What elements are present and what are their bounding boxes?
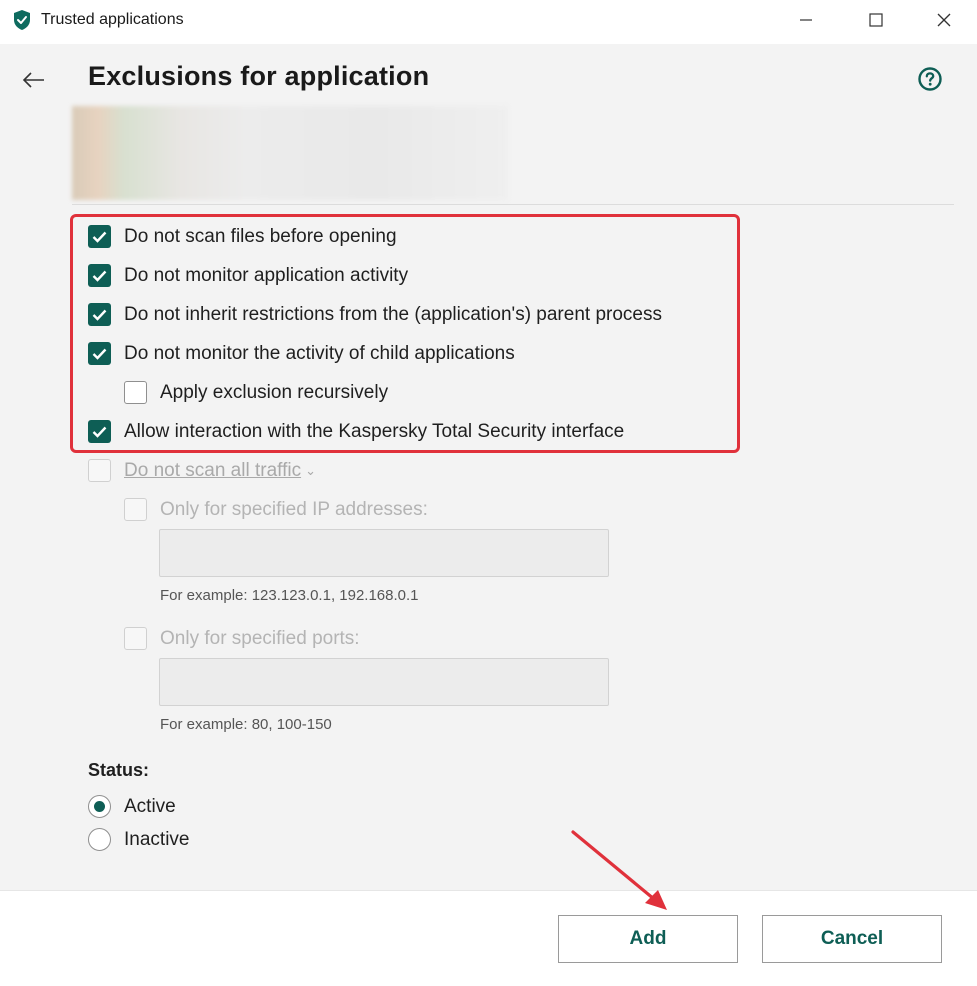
maximize-button[interactable]: [846, 0, 906, 40]
checkbox-apply-recursively[interactable]: [124, 381, 147, 404]
divider: [72, 204, 954, 205]
checkbox-ports[interactable]: [124, 627, 147, 650]
radio-label: Active: [124, 795, 176, 817]
ip-addresses-hint: For example: 123.123.0.1, 192.168.0.1: [160, 587, 419, 604]
option-scan-traffic[interactable]: Do not scan all traffic ⌄: [88, 459, 316, 482]
option-child-applications[interactable]: Do not monitor the activity of child app…: [88, 342, 515, 365]
kaspersky-shield-icon: [14, 10, 30, 30]
window-title: Trusted applications: [41, 11, 184, 28]
close-button[interactable]: [914, 0, 974, 40]
close-icon: [937, 13, 951, 27]
option-ip-addresses[interactable]: Only for specified IP addresses:: [124, 498, 428, 521]
radio-inactive[interactable]: [88, 828, 111, 851]
application-thumbnail: [72, 106, 508, 200]
checkbox-child-applications[interactable]: [88, 342, 111, 365]
status-active[interactable]: Active: [88, 795, 176, 818]
checkbox-ip-addresses[interactable]: [124, 498, 147, 521]
back-arrow-icon: [22, 72, 44, 88]
option-label: Only for specified IP addresses:: [160, 498, 428, 520]
ip-addresses-input[interactable]: [159, 529, 609, 577]
back-button[interactable]: [18, 66, 50, 94]
radio-label: Inactive: [124, 828, 190, 850]
option-inherit-restrictions[interactable]: Do not inherit restrictions from the (ap…: [88, 303, 662, 326]
option-label: Do not monitor application activity: [124, 264, 409, 286]
ports-input[interactable]: [159, 658, 609, 706]
option-ports[interactable]: Only for specified ports:: [124, 627, 360, 650]
checkbox-scan-files[interactable]: [88, 225, 111, 248]
check-icon: [92, 348, 107, 360]
option-label: Do not inherit restrictions from the (ap…: [124, 303, 662, 325]
option-label: Allow interaction with the Kaspersky Tot…: [124, 420, 625, 442]
content-area: Exclusions for application Do not scan f…: [0, 44, 977, 890]
option-allow-interaction[interactable]: Allow interaction with the Kaspersky Tot…: [88, 420, 624, 443]
status-label: Status:: [88, 760, 150, 780]
chevron-down-icon: ⌄: [305, 462, 316, 478]
highlight-box: [70, 214, 740, 453]
option-label: Apply exclusion recursively: [160, 381, 389, 403]
option-scan-files[interactable]: Do not scan files before opening: [88, 225, 397, 248]
checkbox-allow-interaction[interactable]: [88, 420, 111, 443]
cancel-button[interactable]: Cancel: [762, 915, 942, 963]
maximize-icon: [869, 13, 883, 27]
option-label: Do not scan files before opening: [124, 225, 397, 247]
radio-active[interactable]: [88, 795, 111, 818]
check-icon: [92, 231, 107, 243]
scan-traffic-link[interactable]: Do not scan all traffic: [124, 460, 301, 482]
status-inactive[interactable]: Inactive: [88, 828, 189, 851]
checkbox-monitor-activity[interactable]: [88, 264, 111, 287]
checkbox-scan-traffic[interactable]: [88, 459, 111, 482]
minimize-button[interactable]: [776, 0, 836, 40]
option-apply-recursively[interactable]: Apply exclusion recursively: [124, 381, 388, 404]
help-icon[interactable]: [917, 66, 943, 92]
add-button[interactable]: Add: [558, 915, 738, 963]
checkbox-inherit-restrictions[interactable]: [88, 303, 111, 326]
option-label: Do not monitor the activity of child app…: [124, 342, 515, 364]
option-label: Only for specified ports:: [160, 627, 360, 649]
radio-dot: [94, 801, 105, 812]
page-title: Exclusions for application: [88, 61, 430, 91]
option-monitor-activity[interactable]: Do not monitor application activity: [88, 264, 408, 287]
check-icon: [92, 426, 107, 438]
footer: Add Cancel: [0, 890, 977, 986]
title-bar: Trusted applications: [0, 0, 977, 42]
ports-hint: For example: 80, 100-150: [160, 716, 332, 733]
minimize-icon: [800, 19, 812, 21]
check-icon: [92, 270, 107, 282]
check-icon: [92, 309, 107, 321]
